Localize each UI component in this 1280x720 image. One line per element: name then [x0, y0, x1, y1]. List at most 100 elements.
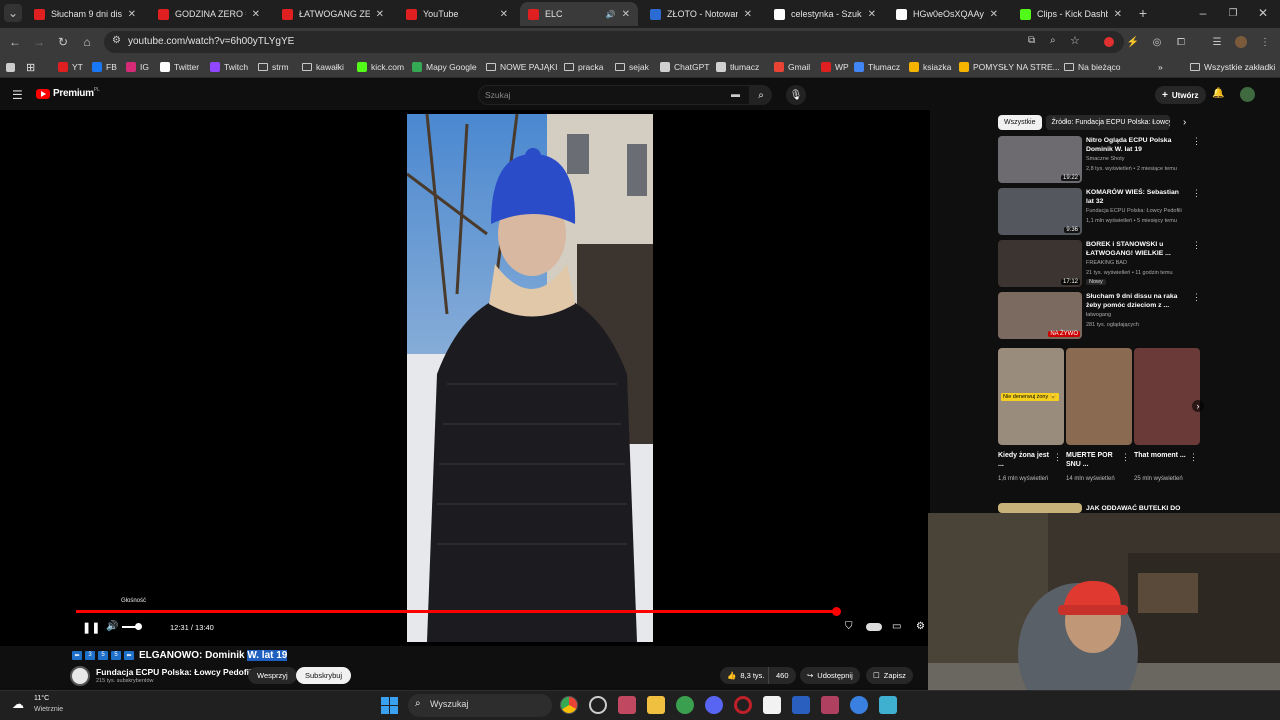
more-options-icon[interactable]: ⋮ [1192, 188, 1201, 199]
bookmark-item[interactable]: Mapy Google [412, 60, 477, 74]
site-info-icon[interactable]: ⚙ [112, 35, 121, 46]
bookmark-item[interactable]: YT [58, 60, 83, 74]
sponsorblock-icon[interactable]: ⛉ [845, 621, 853, 632]
browser-tab[interactable]: Słucham 9 dni dissu n ✕ [26, 2, 144, 26]
video-player[interactable]: Głośność ❚❚ 🔊 12:31 / 13:40 ⛉ ▭ ⚙ [0, 110, 930, 646]
create-button[interactable]: + Utwórz [1155, 86, 1206, 104]
address-bar[interactable]: ⚙ youtube.com/watch?v=6h00yTLYgYE ⧉ ⌕ ☆ [104, 31, 1124, 53]
channel-avatar[interactable] [70, 666, 90, 686]
close-tab-icon[interactable]: ✕ [128, 9, 136, 20]
browser-tab[interactable]: ELC 🔊 ✕ [520, 2, 638, 26]
extension-shield-icon[interactable]: ◎ [1149, 34, 1165, 50]
channel-name[interactable]: Fundacja ECPU Polska: Łowcy Pedofili [96, 667, 254, 677]
close-tab-icon[interactable]: ✕ [990, 9, 998, 20]
browser-app-icon[interactable] [676, 696, 694, 714]
opera-icon[interactable] [734, 696, 752, 714]
app-icon[interactable] [589, 696, 607, 714]
chips-next-chevron-icon[interactable]: › [1183, 117, 1186, 128]
save-button[interactable]: ☐ Zapisz [866, 667, 913, 684]
start-windows-icon[interactable] [381, 697, 398, 714]
browser-tab[interactable]: ŁATWOGANG ZEBRA ✕ [274, 2, 392, 26]
extension-icon[interactable]: ⚡ [1125, 34, 1141, 50]
close-tab-icon[interactable]: ✕ [1114, 9, 1122, 20]
bookmark-star-icon[interactable]: ☆ [1070, 34, 1080, 47]
bookmark-item[interactable]: ksiazka [909, 60, 951, 74]
shorts-next-chevron-icon[interactable]: › [1192, 400, 1204, 412]
app-icon[interactable] [618, 696, 636, 714]
short-thumbnail[interactable]: Nie denerwuj żony 😠 [998, 348, 1064, 445]
bookmark-item[interactable]: pracka [564, 60, 604, 74]
word-icon[interactable] [792, 696, 810, 714]
recommendation-item[interactable]: NA ŻYWO Słucham 9 dni dissu na raka żeby … [998, 292, 1201, 340]
browser-tab[interactable]: YouTube ✕ [398, 2, 516, 26]
browser-tab[interactable]: ZŁOTO - Notowania ✕ [642, 2, 760, 26]
bookmark-item[interactable]: Tłumacz [854, 60, 900, 74]
notepad-icon[interactable] [879, 696, 897, 714]
taskbar-search-input[interactable]: ⌕ Wyszukaj [408, 694, 552, 717]
recommendation-item[interactable]: 19:22 Nitro Ogląda ECPU Polska Dominik W.… [998, 136, 1201, 184]
keyboard-icon[interactable]: ▬ [731, 89, 740, 99]
extensions-puzzle-icon[interactable]: ⧠ [1173, 34, 1189, 50]
bookmark-item[interactable]: NOWE PAJĄKI [486, 60, 557, 74]
bookmark-item[interactable]: FB [92, 60, 117, 74]
support-button[interactable]: Wesprzyj [248, 667, 297, 684]
autoplay-toggle[interactable] [866, 623, 882, 631]
install-app-icon[interactable]: ⧉ [1028, 35, 1035, 46]
bookmark-item[interactable]: WP [821, 60, 849, 74]
account-avatar[interactable] [1240, 87, 1255, 102]
close-tab-icon[interactable]: ✕ [744, 9, 752, 20]
close-tab-icon[interactable]: ✕ [500, 9, 508, 20]
bookmark-item[interactable]: IG [126, 60, 149, 74]
subtitles-icon[interactable]: ▭ [892, 621, 901, 632]
bookmark-item[interactable]: POMYSŁY NA STRE... [959, 60, 1060, 74]
settings-gear-icon[interactable]: ⚙ [916, 621, 925, 632]
guide-menu-icon[interactable]: ☰ [12, 88, 23, 102]
tab-audio-icon[interactable]: 🔊 [606, 10, 616, 19]
pause-icon[interactable]: ❚❚ [82, 621, 100, 634]
browser-tab[interactable]: HGw0eOsXQAAyHX ✕ [888, 2, 1006, 26]
bookmark-item[interactable]: Twitter [160, 60, 199, 74]
video-frame[interactable] [407, 114, 653, 642]
all-bookmarks-folder[interactable]: Wszystkie zakładki [1190, 60, 1275, 74]
progress-bar[interactable] [76, 607, 842, 616]
short-thumbnail[interactable] [1066, 348, 1132, 445]
bookmark-item[interactable]: strm [258, 60, 289, 74]
more-options-icon[interactable]: ⋮ [1189, 452, 1198, 463]
app-icon[interactable] [763, 696, 781, 714]
close-tab-icon[interactable]: ✕ [376, 9, 384, 20]
chip-source[interactable]: Źródło: Fundacja ECPU Polska: Łowcy [1045, 115, 1170, 130]
more-bookmarks-chevron-icon[interactable]: » [1158, 60, 1163, 74]
bookmark-item[interactable]: Twitch [210, 60, 248, 74]
bookmark-item[interactable]: Na bieżąco [1064, 60, 1121, 74]
more-options-icon[interactable]: ⋮ [1192, 240, 1201, 251]
back-button[interactable]: ← [6, 33, 24, 51]
reload-button[interactable]: ↻ [54, 33, 72, 51]
progress-scrubber[interactable] [832, 607, 842, 616]
youtube-search-input[interactable]: Szukaj ▬ [478, 85, 750, 105]
browser-tab[interactable]: Clips - Kick Dashboa ✕ [1012, 2, 1130, 26]
youtube-search-button[interactable]: ⌕ [750, 85, 772, 105]
browser-tab[interactable]: GODZINA ZERO #18: ✕ [150, 2, 268, 26]
close-tab-icon[interactable]: ✕ [622, 9, 630, 20]
recommendation-item[interactable]: 17:12 BOREK i STANOWSKI u ŁATWOGANG! WIEL… [998, 240, 1201, 288]
home-button[interactable]: ⌂ [78, 33, 96, 51]
notifications-bell-icon[interactable]: 🔔 [1212, 88, 1224, 99]
subscribe-button[interactable]: Subskrybuj [296, 667, 352, 684]
close-tab-icon[interactable]: ✕ [252, 9, 260, 20]
like-button[interactable]: 👍 8,3 tys. [720, 667, 773, 684]
more-options-icon[interactable]: ⋮ [1192, 292, 1201, 303]
recommendation-item[interactable]: 9:36 KOMARÓW WIEŚ: Sebastian lat 32 Fundac… [998, 188, 1201, 236]
bookmark-item[interactable]: kick.com [357, 60, 404, 74]
zoom-icon[interactable]: ⌕ [1050, 35, 1056, 46]
volume-slider[interactable] [122, 623, 142, 630]
cloud-app-icon[interactable] [850, 696, 868, 714]
discord-icon[interactable] [705, 696, 723, 714]
dislike-button[interactable]: 460 [768, 667, 796, 684]
browser-tab[interactable]: celestynka - Szukaj w ✕ [766, 2, 884, 26]
weather-condition[interactable]: Wietrznie [34, 706, 63, 713]
grid-icon[interactable]: ⊞ [26, 60, 35, 74]
profile-avatar-icon[interactable] [1233, 34, 1249, 50]
minimize-window-button[interactable]: – [1194, 4, 1212, 22]
short-title[interactable]: That moment ... [1134, 451, 1186, 460]
close-window-button[interactable]: ✕ [1254, 4, 1272, 22]
